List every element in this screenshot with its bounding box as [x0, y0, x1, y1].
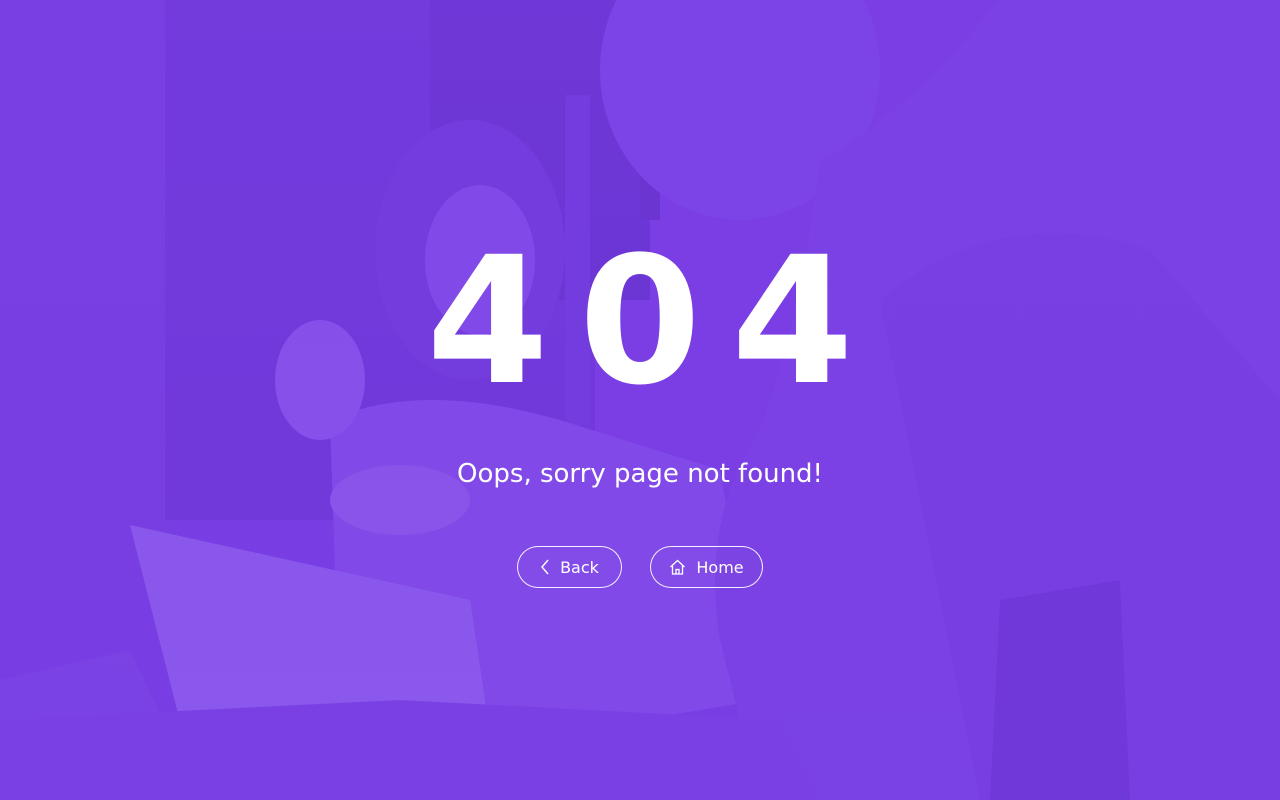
- chevron-left-icon: [540, 559, 550, 575]
- home-button-label: Home: [696, 557, 744, 577]
- error-page: 404 Oops, sorry page not found! Back Hom…: [0, 0, 1280, 800]
- back-button[interactable]: Back: [517, 546, 622, 588]
- error-code: 404: [426, 219, 884, 424]
- home-button[interactable]: Home: [650, 546, 763, 588]
- back-button-label: Back: [560, 557, 599, 577]
- home-icon: [669, 559, 686, 575]
- error-content: 404 Oops, sorry page not found! Back Hom…: [0, 0, 1280, 800]
- error-message: Oops, sorry page not found!: [457, 459, 823, 489]
